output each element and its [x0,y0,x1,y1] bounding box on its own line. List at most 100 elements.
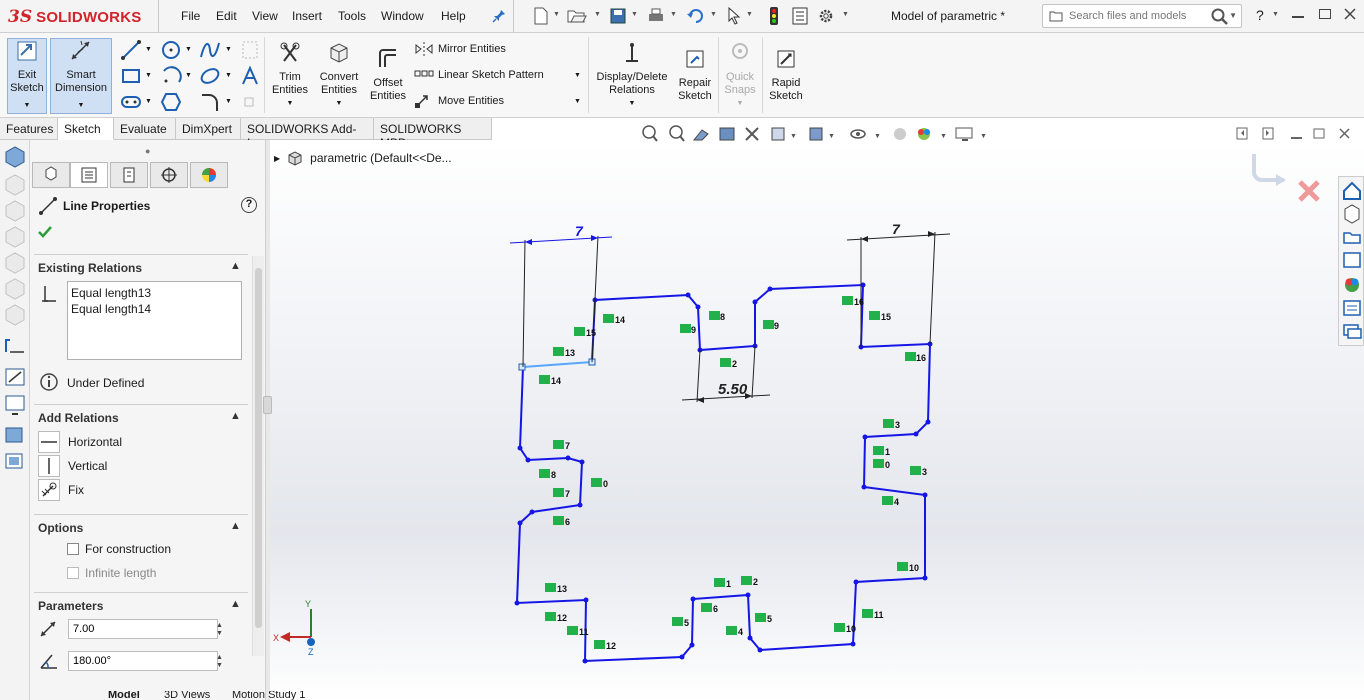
property-manager-scrollbar[interactable] [252,256,264,656]
tab-motion-study[interactable]: Motion Study 1 [232,691,305,700]
svg-text:Y: Y [305,599,311,609]
checkbox-box[interactable] [67,543,79,555]
length-icon [40,621,56,637]
ok-checkmark-icon[interactable] [37,225,53,239]
custom-properties-icon [1343,300,1361,316]
infinite-length-checkbox[interactable]: Infinite length [67,566,156,580]
scrollbar-thumb[interactable] [255,268,262,628]
collapse-caret-icon[interactable]: ▲ [230,598,241,610]
length-input[interactable] [68,619,218,639]
dimension-5-50[interactable]: 5.50 [681,345,771,403]
svg-text:9: 9 [691,325,696,335]
equal-relation-icon: 7 [553,488,570,499]
existing-relations-list[interactable]: Equal length13 Equal length14 [67,281,242,360]
collapse-caret-icon[interactable]: ▲ [230,410,241,422]
svg-text:5: 5 [684,618,689,628]
parameters-title: Parameters [38,599,104,613]
splitter-handle-icon[interactable] [263,396,272,414]
design-library-icon [1344,204,1360,224]
svg-text:9: 9 [774,321,779,331]
equal-relation-icon: 8 [709,311,725,322]
horizontal-icon [38,431,60,453]
home-icon [1343,181,1361,200]
collapse-caret-icon[interactable]: ▲ [230,260,241,272]
dimension-value: 7 [575,223,584,239]
equal-relation-icon: 16 [905,352,926,363]
equal-relation-icon: 12 [545,612,567,623]
svg-text:10: 10 [909,563,919,573]
equal-relation-icon: 6 [701,603,718,614]
checkbox-label: For construction [85,542,172,556]
equal-relation-icon: 8 [539,469,556,480]
checkbox-label: Infinite length [85,566,157,580]
help-icon[interactable]: ? [241,197,257,213]
tab-model[interactable]: Model [108,691,140,700]
tab-display-manager[interactable] [190,162,228,188]
panel-grip-icon[interactable]: ● [145,146,150,156]
equal-relation-icon: 14 [539,375,561,386]
feature-tree-icon [45,166,57,181]
equal-relation-icon: 15 [574,327,596,338]
equal-relation-icon: 16 [842,296,864,307]
divider [34,254,248,255]
svg-text:16: 16 [916,353,926,363]
tab-feature-tree[interactable] [32,162,70,188]
equal-relation-icon: 0 [873,459,890,470]
line-endpoint[interactable] [518,363,526,371]
equal-relation-icon: 3 [883,419,900,430]
tab-configuration-manager[interactable] [110,162,148,188]
equal-relation-icon: 9 [763,320,779,331]
panel-splitter[interactable] [263,140,272,700]
add-fix-relation[interactable]: Fix [38,479,84,501]
for-construction-checkbox[interactable]: For construction [67,542,171,556]
info-icon [40,373,58,391]
svg-text:15: 15 [881,312,891,322]
tab-dimxpert-manager[interactable] [150,162,188,188]
equal-relation-icon: 3 [910,466,927,477]
divider [34,514,248,515]
existing-relations-title: Existing Relations [38,261,143,275]
task-pane-tabs [1338,176,1364,346]
revolve-icon [5,200,25,222]
equal-relation-icon: 0 [591,478,608,489]
angle-parameter [38,651,218,671]
checkbox-box[interactable] [67,567,79,579]
list-item[interactable]: Equal length14 [71,301,238,317]
extrude-icon [5,174,25,196]
dimension-value: 7 [892,221,901,237]
svg-text:7: 7 [565,441,570,451]
svg-text:6: 6 [565,517,570,527]
tab-property-manager[interactable] [70,162,108,188]
svg-text:12: 12 [606,641,616,651]
equal-relation-icon: 13 [553,347,575,358]
dimension-7-left[interactable]: 7 [509,223,613,368]
selected-line[interactable] [522,361,593,368]
divider [34,404,248,405]
svg-text:10: 10 [846,624,856,634]
collapse-caret-icon[interactable]: ▲ [230,520,241,532]
sketch-vertices [514,282,933,664]
equal-relation-icon: 13 [545,583,567,594]
equal-relation-icon: 9 [680,324,696,335]
angle-input[interactable] [68,651,218,671]
definition-status: Under Defined [67,376,145,390]
display-relations-small-icon [5,395,25,415]
svg-text:14: 14 [551,376,561,386]
relation-label: Fix [68,483,84,497]
svg-text:2: 2 [753,577,758,587]
add-vertical-relation[interactable]: Vertical [38,455,107,477]
equal-relation-icon: 5 [755,613,772,624]
length-spinner[interactable]: ▲ ▼ [216,622,223,638]
list-item[interactable]: Equal length13 [71,285,238,301]
add-horizontal-relation[interactable]: Horizontal [38,431,122,453]
equal-relation-icon: 12 [594,640,616,651]
relation-label: Vertical [68,459,108,473]
options-title: Options [38,521,84,535]
svg-text:8: 8 [720,312,725,322]
tab-3d-views[interactable]: 3D Views [164,691,210,700]
equal-relation-icon: 11 [567,626,589,637]
instant3d-icon [5,427,23,443]
svg-text:15: 15 [586,328,596,338]
fix-anchor-icon [38,479,60,501]
angle-spinner[interactable]: ▲ ▼ [216,654,223,670]
